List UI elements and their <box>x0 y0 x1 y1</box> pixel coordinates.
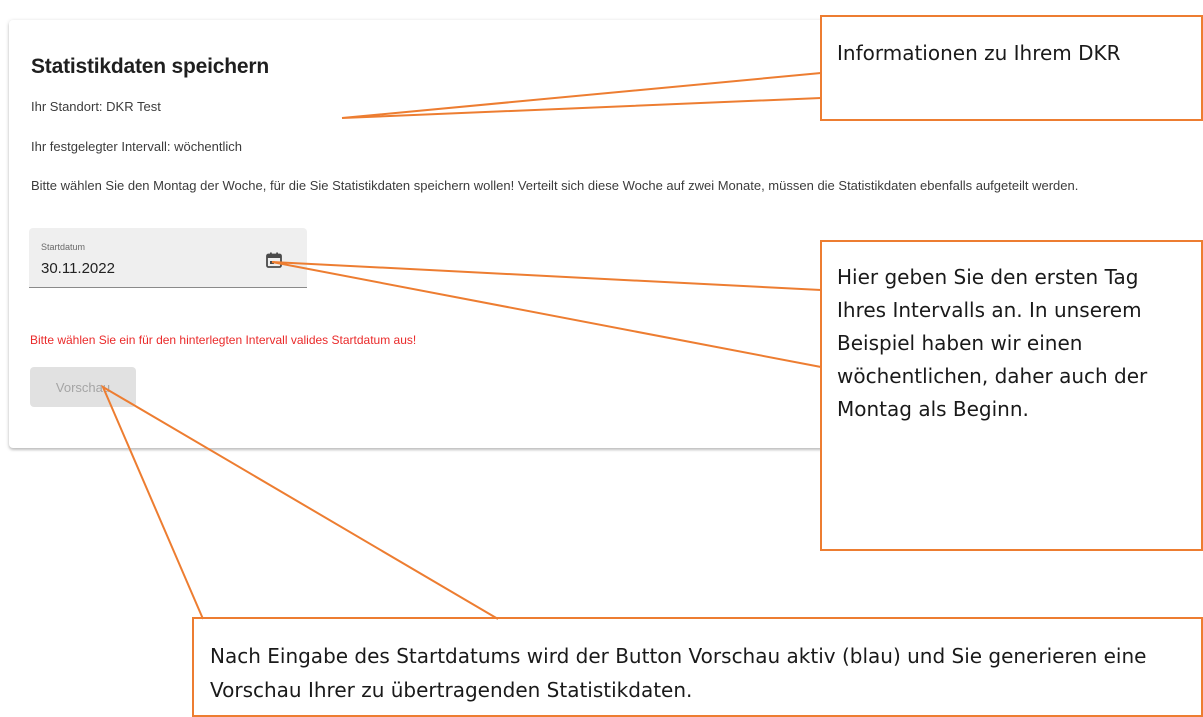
callout-connectors <box>100 72 822 620</box>
connector-preview <box>100 384 499 620</box>
connector-date <box>271 261 822 368</box>
connector-info <box>341 72 822 119</box>
